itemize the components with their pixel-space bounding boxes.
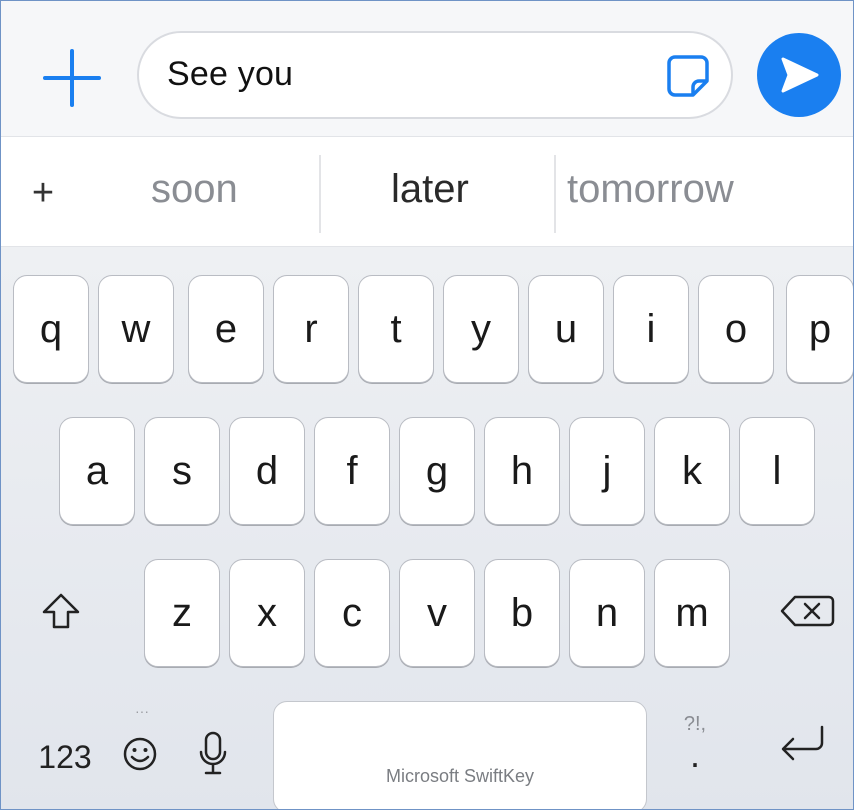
key-i[interactable]: i [613, 275, 689, 383]
space-bar[interactable]: Microsoft SwiftKey [273, 701, 647, 809]
suggestion-tomorrow[interactable]: tomorrow [567, 167, 734, 212]
return-icon[interactable] [771, 717, 835, 773]
suggestion-divider [554, 155, 556, 233]
backspace-icon[interactable] [775, 581, 839, 641]
send-button[interactable] [757, 33, 841, 117]
send-icon [781, 57, 819, 93]
key-a[interactable]: a [59, 417, 135, 525]
key-g[interactable]: g [399, 417, 475, 525]
key-v[interactable]: v [399, 559, 475, 667]
keyboard: q w e r t y u i o p a s d f g h j k l z … [1, 247, 853, 809]
period-key[interactable]: . [673, 734, 717, 775]
key-b[interactable]: b [484, 559, 560, 667]
suggestion-divider [319, 155, 321, 233]
key-k[interactable]: k [654, 417, 730, 525]
key-h[interactable]: h [484, 417, 560, 525]
key-l[interactable]: l [739, 417, 815, 525]
key-p[interactable]: p [786, 275, 853, 383]
message-input-text: See you [167, 55, 294, 93]
emoji-icon[interactable] [117, 731, 163, 777]
space-bar-label: Microsoft SwiftKey [385, 766, 535, 786]
key-w[interactable]: w [98, 275, 174, 383]
key-c[interactable]: c [314, 559, 390, 667]
microphone-icon[interactable] [193, 725, 233, 783]
key-e[interactable]: e [188, 275, 264, 383]
key-n[interactable]: n [569, 559, 645, 667]
keyboard-screen: See you + soon later tomorrow q w e r t … [0, 0, 854, 810]
emoji-more-dots: ··· [135, 703, 149, 719]
key-o[interactable]: o [698, 275, 774, 383]
suggestion-plus-button[interactable]: + [23, 163, 63, 223]
key-x[interactable]: x [229, 559, 305, 667]
suggestion-strip: + soon later tomorrow [1, 137, 853, 247]
sticker-icon[interactable] [665, 53, 711, 99]
compose-bar: See you [1, 1, 853, 137]
key-s[interactable]: s [144, 417, 220, 525]
message-input[interactable]: See you [137, 31, 733, 119]
key-d[interactable]: d [229, 417, 305, 525]
key-z[interactable]: z [144, 559, 220, 667]
key-m[interactable]: m [654, 559, 730, 667]
suggestion-soon[interactable]: soon [151, 167, 238, 212]
numbers-key[interactable]: 123 [25, 727, 105, 787]
key-q[interactable]: q [13, 275, 89, 383]
key-j[interactable]: j [569, 417, 645, 525]
key-f[interactable]: f [314, 417, 390, 525]
key-u[interactable]: u [528, 275, 604, 383]
key-t[interactable]: t [358, 275, 434, 383]
key-r[interactable]: r [273, 275, 349, 383]
plus-icon[interactable] [41, 47, 103, 109]
shift-icon[interactable] [29, 579, 93, 643]
suggestion-later[interactable]: later [391, 167, 469, 212]
key-y[interactable]: y [443, 275, 519, 383]
